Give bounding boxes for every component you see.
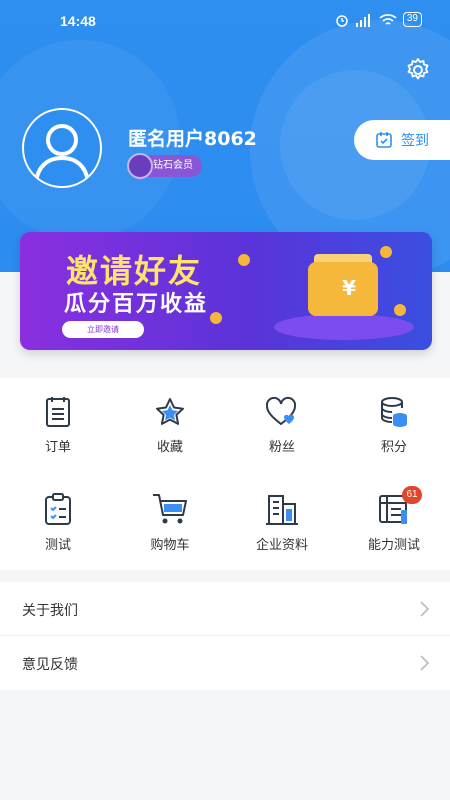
list-item-about-us[interactable]: 关于我们 [0,582,450,636]
grid-label: 收藏 [156,440,183,455]
checkin-button[interactable]: 签到 [354,120,450,160]
feature-grid: 订单 收藏 粉丝 积分 测试 购物车 企业资料 61 能力测试 [0,378,450,570]
status-bar: 14:48 39 [0,0,450,44]
settings-gear-icon[interactable] [404,56,432,84]
checkin-label: 签到 [401,133,429,149]
grid-label: 订单 [44,440,71,455]
chevron-right-icon [420,655,430,671]
coin-decoration [394,304,406,316]
grid-label: 积分 [380,440,407,455]
building-icon [266,495,298,525]
calendar-check-icon [376,132,392,148]
list-label: 关于我们 [22,603,78,619]
list-label: 意见反馈 [22,657,78,673]
grid-item-fans[interactable]: 粉丝 [226,382,338,474]
grid-item-favorites[interactable]: 收藏 [114,382,226,474]
invite-banner[interactable]: 邀请好友 瓜分百万收益 立即邀请 ¥ [20,232,432,350]
banner-subtitle: 瓜分百万收益 [64,292,209,317]
banner-platform [274,314,414,340]
star-icon [156,398,184,425]
notification-badge: 61 [402,486,422,504]
member-level-badge: 钻石会员 [127,153,202,179]
grid-label: 能力测试 [367,538,420,553]
chevron-right-icon [420,601,430,617]
grid-label: 购物车 [150,538,190,553]
alarm-icon [336,14,348,27]
grid-item-company-info[interactable]: 企业资料 [226,478,338,570]
cart-icon [153,494,187,524]
grid-label: 测试 [44,538,71,553]
coin-decoration [210,312,222,324]
grid-item-points[interactable]: 积分 [338,382,450,474]
grid-label: 粉丝 [268,440,295,455]
banner-invite-button[interactable]: 立即邀请 [62,321,144,338]
status-time: 14:48 [60,13,96,29]
list-item-feedback[interactable]: 意见反馈 [0,636,450,690]
settings-list: 关于我们 意见反馈 [0,582,450,690]
grid-item-ability-test[interactable]: 61 能力测试 [338,478,450,570]
grid-label: 企业资料 [255,538,308,553]
grid-item-cart[interactable]: 购物车 [114,478,226,570]
member-level-label: 钻石会员 [153,160,193,171]
order-icon [46,397,70,427]
battery-indicator: 39 [402,12,422,27]
diamond-member-icon [127,153,153,179]
coin-decoration [238,254,250,266]
heart-icon [265,396,297,426]
status-icons: 39 [335,12,422,27]
coin-decoration [380,246,392,258]
grid-item-order[interactable]: 订单 [2,382,114,474]
grid-item-test[interactable]: 测试 [2,478,114,570]
yen-icon: ¥ [342,276,356,300]
clipboard-icon [45,493,71,525]
wifi-icon [379,13,397,25]
coins-icon [381,397,407,427]
avatar[interactable] [22,108,102,188]
signal-icon [355,13,370,27]
username: 匿名用户8062 [128,128,257,150]
